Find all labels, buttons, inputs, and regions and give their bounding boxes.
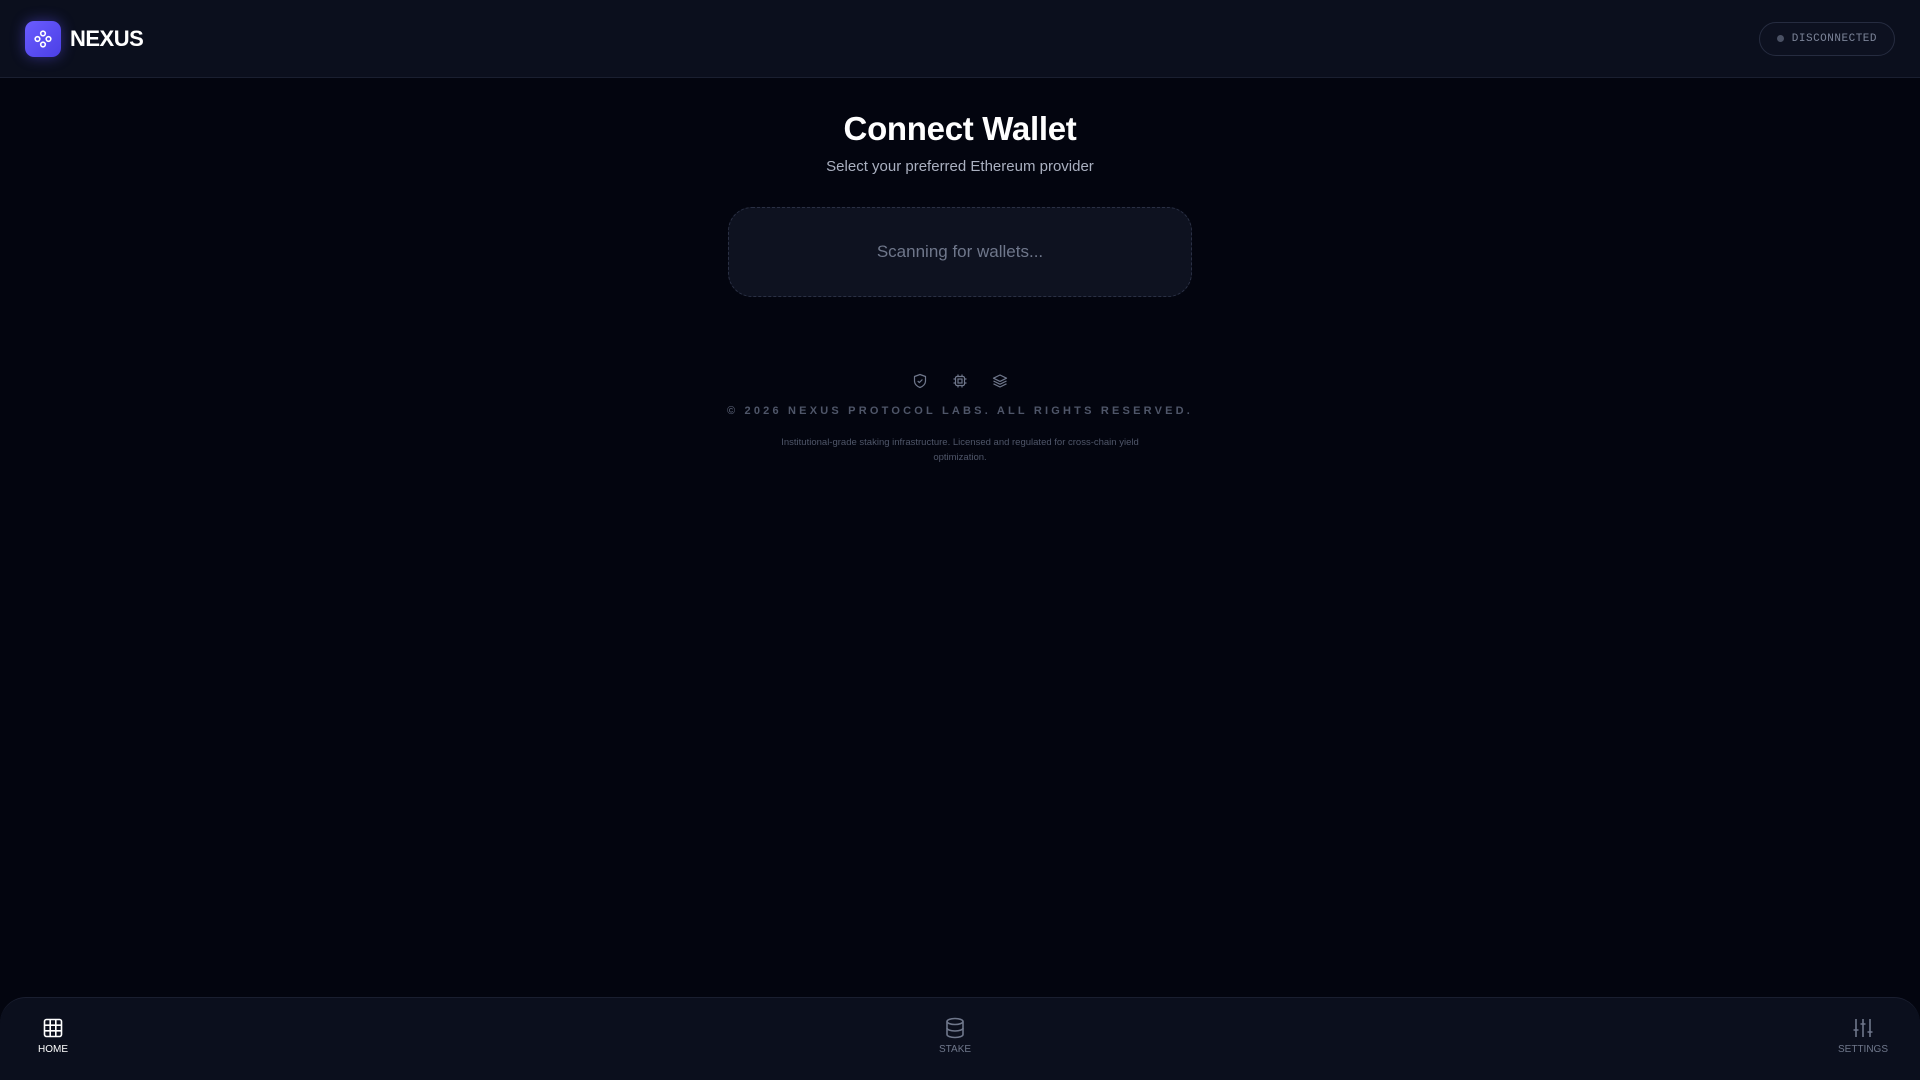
grid-icon [43, 1018, 63, 1038]
footer-icons [0, 373, 1920, 389]
nav-label-settings: SETTINGS [1838, 1044, 1889, 1055]
copyright-text: © 2026 NEXUS PROTOCOL LABS. ALL RIGHTS R… [726, 405, 1194, 417]
scan-status-text: Scanning for wallets... [876, 242, 1044, 261]
brand-name: NEXUS [70, 25, 144, 51]
connection-status-label: DISCONNECTED [1791, 32, 1877, 45]
shield-check-icon [912, 373, 928, 389]
layers-icon [992, 373, 1008, 389]
database-icon [946, 1017, 964, 1039]
connection-status-badge[interactable]: DISCONNECTED [1758, 21, 1895, 56]
nav-label-home: HOME [38, 1044, 68, 1055]
status-dot-icon [1776, 35, 1784, 42]
main-content: Connect Wallet Select your preferred Eth… [0, 78, 1920, 465]
brand[interactable]: NEXUS [25, 20, 144, 57]
bottom-nav: HOME STAKE SETTINGS [0, 997, 1920, 1080]
disclaimer-text: Institutional-grade staking infrastructu… [781, 437, 1139, 463]
sliders-icon [1853, 1019, 1873, 1037]
nodes-icon [25, 20, 61, 57]
nav-label-stake: STAKE [939, 1044, 972, 1055]
chip-icon [952, 373, 968, 389]
nav-item-settings[interactable]: SETTINGS [1838, 1016, 1888, 1055]
nav-item-stake[interactable]: STAKE [939, 1016, 971, 1055]
page-subtitle: Select your preferred Ethereum provider [826, 158, 1094, 175]
top-header: NEXUS DISCONNECTED [0, 0, 1920, 78]
wallet-scan-panel: Scanning for wallets... [728, 207, 1192, 297]
nav-item-home[interactable]: HOME [38, 1016, 68, 1055]
page-title: Connect Wallet [843, 110, 1077, 147]
